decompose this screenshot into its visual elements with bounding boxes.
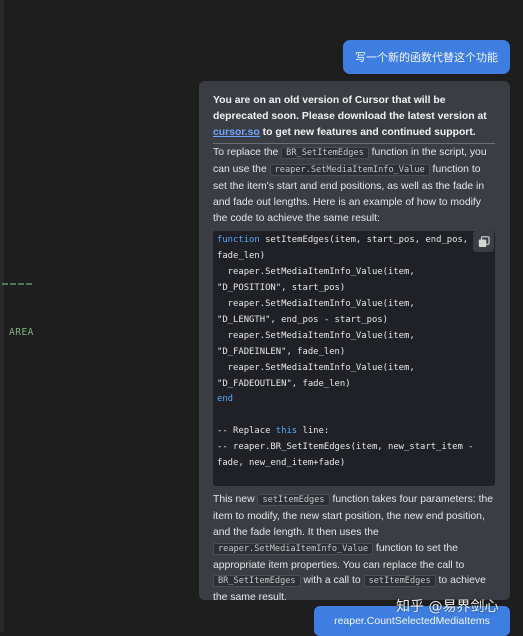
notice-divider xyxy=(213,143,495,145)
inline-code: reaper.SetMediaItemInfo_Value xyxy=(269,164,430,177)
inline-code: BR_SetItemEdges xyxy=(213,575,301,588)
code-content: function setItemEdges(item, start_pos, e… xyxy=(217,235,474,469)
code-block[interactable]: function setItemEdges(item, start_pos, e… xyxy=(213,231,495,487)
deprecation-notice: You are on an old version of Cursor that… xyxy=(213,93,495,140)
inline-code: BR_SetItemEdges xyxy=(281,147,369,160)
next-user-message-text: reaper.CountSelectedMediaItems xyxy=(334,615,490,627)
background-area-label: AREA xyxy=(9,327,34,338)
assistant-message-card: You are on an old version of Cursor that… xyxy=(199,81,510,603)
user-message-bubble[interactable]: 写一个新的函数代替这个功能 xyxy=(343,40,510,74)
user-message-text: 写一个新的函数代替这个功能 xyxy=(355,52,498,64)
inline-code: setItemEdges xyxy=(363,575,436,588)
notice-text-2: to get new features and continued suppor… xyxy=(259,126,476,138)
background-divider xyxy=(2,283,32,285)
notice-text-1: You are on an old version of Cursor that… xyxy=(213,95,487,122)
explanation-paragraph-2: This new setItemEdges function takes fou… xyxy=(213,494,494,604)
copy-code-button[interactable] xyxy=(473,231,494,253)
cursor-download-link[interactable]: cursor.so xyxy=(213,127,260,138)
explanation-paragraph-1: To replace the BR_SetItemEdges function … xyxy=(213,147,487,224)
inline-code: setItemEdges xyxy=(257,494,330,507)
left-edge-strip xyxy=(0,0,4,632)
inline-code: reaper.SetMediaItemInfo_Value xyxy=(213,542,374,555)
copy-icon xyxy=(478,236,490,247)
watermark: 知乎 @易界剑心 xyxy=(396,599,499,615)
